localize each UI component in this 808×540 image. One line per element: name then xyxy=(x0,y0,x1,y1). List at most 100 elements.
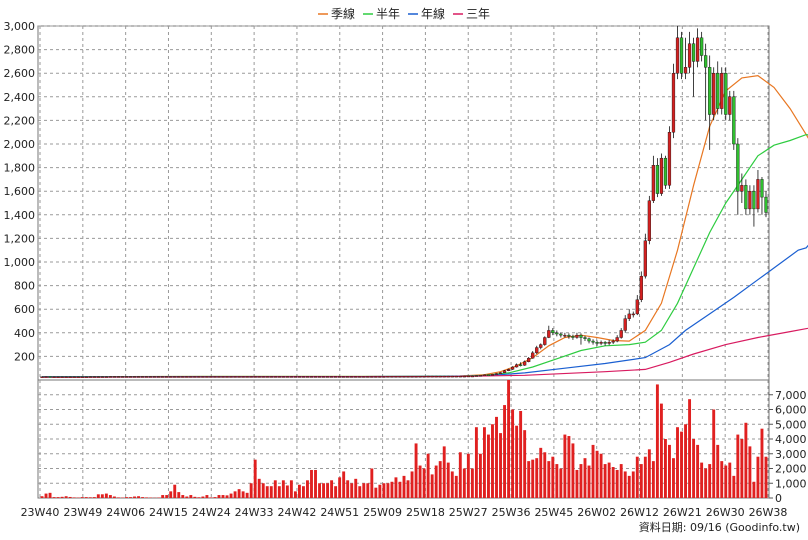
candle-body xyxy=(663,157,668,186)
volume-bar xyxy=(503,405,507,498)
volume-bar xyxy=(635,456,639,498)
volume-bar xyxy=(338,477,342,498)
volume-bar xyxy=(306,480,309,498)
candle-body xyxy=(683,67,688,74)
volume-bar xyxy=(125,497,128,498)
x-tick-label: 26W30 xyxy=(706,506,745,519)
legend-label-season: 季線 xyxy=(331,6,355,21)
volume-bar xyxy=(643,456,647,498)
volume-bar xyxy=(370,468,374,498)
candle-body xyxy=(301,376,306,378)
volume-bar xyxy=(631,471,635,498)
volume-tick-label: 4,000 xyxy=(775,433,807,446)
price-tick-label: 2,000 xyxy=(4,138,36,151)
volume-bar xyxy=(523,430,527,498)
candle-body xyxy=(197,376,201,378)
candle-body xyxy=(547,330,551,338)
candle-body xyxy=(374,376,378,378)
volume-bar xyxy=(96,494,100,498)
volume-bar xyxy=(478,453,482,498)
candle-body xyxy=(523,361,527,366)
volume-bar xyxy=(237,489,241,498)
candle-body xyxy=(631,313,635,316)
candle-body xyxy=(217,376,221,378)
x-tick-label: 25W36 xyxy=(492,506,531,519)
x-tick-label: 26W02 xyxy=(577,506,616,519)
volume-tick-label: 6,000 xyxy=(775,404,807,417)
candle-body xyxy=(623,318,627,331)
volume-bar xyxy=(543,452,547,498)
candle-body xyxy=(575,334,579,338)
volume-bar xyxy=(655,384,659,498)
volume-bar xyxy=(293,491,297,498)
x-tick-label: 24W24 xyxy=(192,506,231,519)
candle-body xyxy=(531,352,535,359)
candle-body xyxy=(193,376,197,378)
candle-body xyxy=(647,200,651,241)
candle-body xyxy=(140,376,145,378)
volume-bar xyxy=(92,497,96,498)
volume-bar xyxy=(386,483,390,498)
volume-bar xyxy=(720,461,724,498)
candle-body xyxy=(687,43,692,68)
volume-bar xyxy=(647,449,651,498)
volume-bar xyxy=(346,480,350,498)
candle-body xyxy=(350,376,354,378)
candle-body xyxy=(510,366,515,370)
candle-body xyxy=(181,376,185,378)
candle-body xyxy=(615,337,619,342)
candle-body xyxy=(225,376,229,378)
price-y-axis: 200 400 600 800 1,000 1,200 1,400 1,600 1,800 2,0… xyxy=(4,20,36,363)
volume-bar xyxy=(169,491,173,498)
volume-bar xyxy=(394,477,398,498)
volume-bar xyxy=(470,468,474,498)
volume-bar xyxy=(692,439,696,498)
volume-bar xyxy=(112,496,116,498)
candle-body xyxy=(153,376,157,378)
volume-bar xyxy=(314,469,317,498)
price-tick-label: 2,600 xyxy=(4,67,36,80)
candle-body xyxy=(253,376,257,378)
volume-bar xyxy=(668,444,671,498)
candle-body xyxy=(64,376,68,378)
volume-bar xyxy=(177,492,181,498)
volume-bar xyxy=(185,496,189,498)
candle-body xyxy=(454,375,458,378)
candle-body xyxy=(494,373,499,375)
volume-bar xyxy=(217,495,221,498)
candle-body xyxy=(185,376,189,378)
volume-bar xyxy=(466,453,470,498)
candle-body xyxy=(740,185,744,192)
volume-bar xyxy=(418,465,422,498)
candle-body xyxy=(732,96,736,145)
volume-bar xyxy=(491,424,494,498)
volume-bar xyxy=(72,497,76,498)
volume-bar xyxy=(330,480,334,498)
volume-bar xyxy=(44,493,48,498)
candle-body xyxy=(551,330,555,334)
volume-tick-label: 2,000 xyxy=(775,463,807,476)
volume-bar xyxy=(281,480,285,498)
candle-body xyxy=(112,376,117,378)
price-tick-label: 400 xyxy=(14,327,35,340)
candle-body xyxy=(458,375,462,378)
candle-body xyxy=(92,376,96,378)
candle-body xyxy=(502,370,507,373)
candle-body xyxy=(96,376,100,378)
candle-body xyxy=(535,347,539,354)
volume-bar xyxy=(704,468,708,498)
volume-bar xyxy=(740,439,744,498)
volume-bar xyxy=(145,497,149,498)
volume-bar xyxy=(599,453,603,498)
x-tick-label: 24W15 xyxy=(149,506,188,519)
volume-bar xyxy=(539,447,543,498)
candle-body xyxy=(398,376,402,378)
candle-body xyxy=(241,376,245,378)
volume-bar xyxy=(301,486,305,498)
volume-bar xyxy=(519,410,523,498)
candle-body xyxy=(442,375,446,378)
volume-bar xyxy=(684,424,687,498)
candle-body xyxy=(48,376,52,378)
candle-body xyxy=(515,364,519,368)
volume-bar xyxy=(659,403,663,498)
